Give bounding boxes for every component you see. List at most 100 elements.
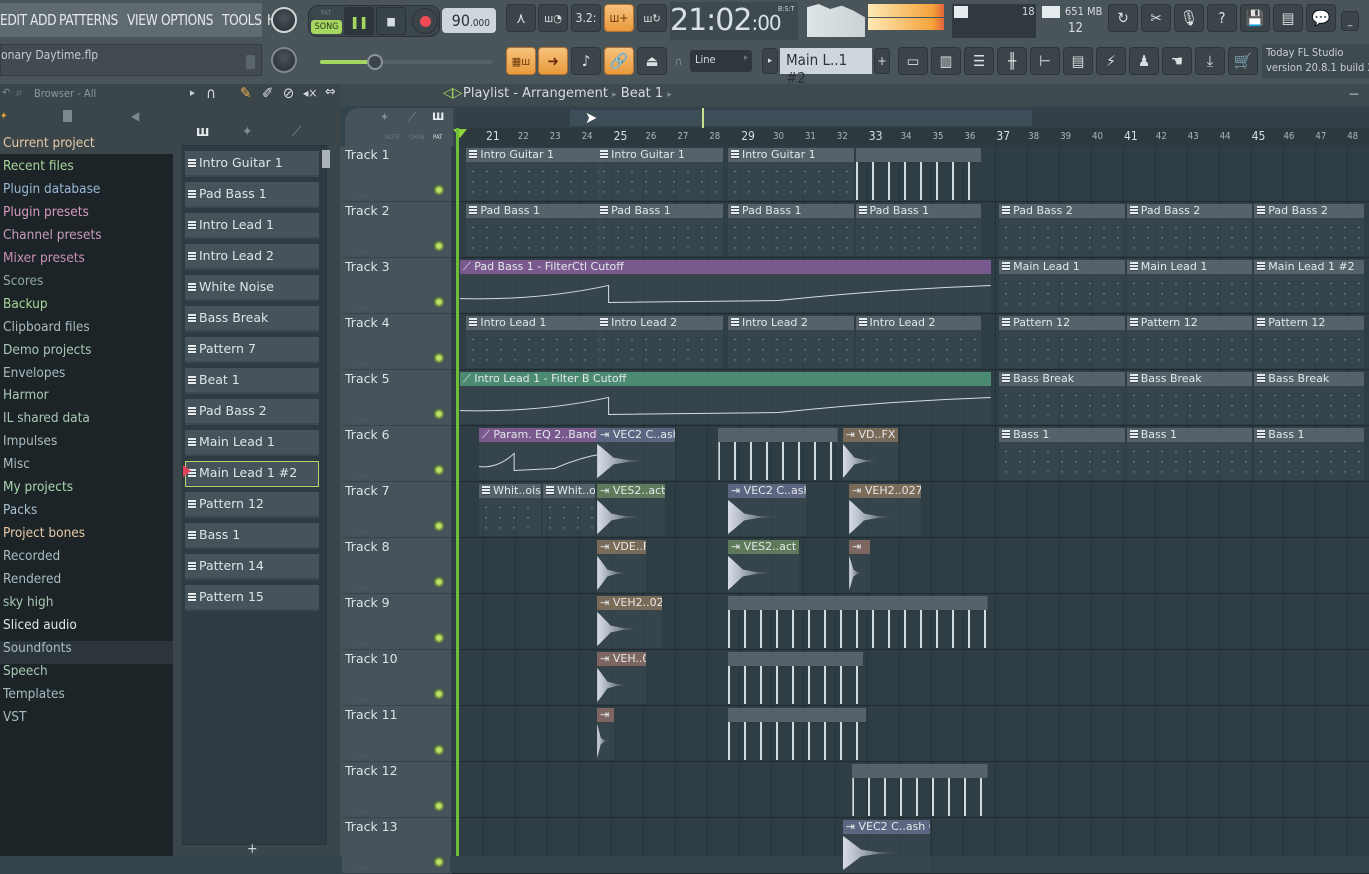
pattern-clip[interactable]: Intro Lead 2 [597,316,723,368]
track-grip[interactable]: ... [358,358,365,367]
bar-number[interactable]: 35 [933,131,944,142]
browser-button[interactable]: ⊢ [1030,47,1060,75]
track-grip[interactable]: ... [358,302,365,311]
bar-number[interactable]: 48 [1347,131,1358,142]
menu-view[interactable]: VIEW [127,11,158,29]
browser-item[interactable]: Harmor [3,387,49,403]
note-filter-icon[interactable]: ✦ [380,110,389,124]
audio-clip[interactable]: ⇥ VEH..09 [597,652,647,704]
pattern-item[interactable]: Bass 1 [185,523,319,549]
browser-item[interactable]: Scores [3,273,43,289]
track-mute-led[interactable] [434,185,444,195]
multilink-button[interactable]: 🔗 [604,47,634,75]
waveform-icon[interactable]: ✦ [0,111,8,122]
tempo-field[interactable]: 90.000 [442,8,496,33]
piano-icon[interactable]: ш [196,124,209,140]
bar-number[interactable]: 28 [709,131,720,142]
channel-rack-button[interactable]: ☰ [964,47,994,75]
speaker-icon[interactable]: ◀ [131,109,139,123]
track-mute-led[interactable] [434,409,444,419]
slip-tool-icon[interactable]: ⇔ [325,84,336,100]
shop-button[interactable]: 🛒 [1228,47,1258,75]
brush-icon[interactable]: ✐ [262,84,273,102]
menu-tools[interactable]: TOOLS [222,11,262,29]
playlist-minimize-icon[interactable]: — [1349,87,1359,100]
pattern-clip[interactable]: Pattern 12 [1254,316,1364,368]
timeline-ruler[interactable] [456,128,1369,146]
picker-scrollbar[interactable] [322,150,330,168]
pattern-clip[interactable]: Intro Guitar 1 [727,148,854,200]
pattern-clip[interactable]: Intro Guitar 1 [597,148,723,200]
browser-title[interactable]: Browser - All [34,87,96,100]
pattern-clip[interactable]: Intro Lead 2 [855,316,982,368]
pattern-item[interactable]: Main Lead 1 #2 [185,461,319,487]
browser-item[interactable]: Project bones [3,525,85,541]
add-pattern-button[interactable]: + [874,48,890,74]
track-lane[interactable] [452,650,1369,706]
track-grip[interactable]: ... [358,190,365,199]
pattern-item[interactable]: Beat 1 [185,368,319,394]
pat-filter-icon[interactable]: ш [432,109,444,124]
pattern-clip[interactable]: Pad Bass 1 [597,204,723,256]
chan-filter-icon[interactable]: ⟋ [408,110,416,125]
track-mute-led[interactable] [434,297,444,307]
track-grip[interactable]: ... [358,806,365,815]
magnet-icon[interactable]: ∩ [206,84,216,102]
audio-clip[interactable] [718,428,838,480]
track-mute-led[interactable] [434,577,444,587]
pattern-clip[interactable]: Pattern 12 [999,316,1125,368]
bar-number[interactable]: 40 [1092,131,1103,142]
pattern-clip[interactable]: Intro Lead 1 [466,316,602,368]
bar-number[interactable]: 37 [996,129,1010,143]
browser-item[interactable]: My projects [3,479,73,495]
track-header[interactable]: Track 10... [342,650,450,706]
note-record-button[interactable]: ♪ [571,47,601,75]
automation-clip[interactable]: ⟋ Intro Lead 1 - Filter B Cutoff [460,372,991,424]
track-header[interactable]: Track 7... [342,482,450,538]
bar-number[interactable]: 41 [1124,129,1138,143]
audio-clip[interactable]: ⇥ [849,540,870,592]
track-mute-led[interactable] [434,689,444,699]
pattern-item[interactable]: Pattern 14 [185,554,319,580]
project-files-button[interactable]: ▤ [1063,47,1093,75]
browser-item[interactable]: Misc [3,456,30,472]
track-mute-led[interactable] [434,633,444,643]
automation-filter-icon[interactable]: ⟋ [292,124,302,140]
bar-number[interactable]: 47 [1315,131,1326,142]
comments-button[interactable]: 💬 [1306,4,1336,32]
pause-button[interactable]: ❚❚ [344,7,374,35]
pattern-clip[interactable]: Whit..oise [479,484,541,536]
browser-item[interactable]: sky high [3,594,53,610]
playhead[interactable] [456,128,459,856]
track-grip[interactable]: ... [358,638,365,647]
bar-number[interactable]: 39 [1060,131,1071,142]
bar-number[interactable]: 23 [550,131,561,142]
master-volume-knob[interactable] [271,7,297,33]
browser-item[interactable]: Backup [3,296,48,312]
track-header[interactable]: Track 13... [342,818,450,874]
pattern-clip[interactable]: Intro Guitar 1 [466,148,602,200]
track-header[interactable]: Track 1... [342,146,450,202]
pattern-clip[interactable]: Pad Bass 1 [855,204,982,256]
pencil-icon[interactable]: ✎ [240,84,251,102]
edison-cut-button[interactable]: ✂ [1141,4,1171,32]
browser-back-icon[interactable]: ↶ [2,86,10,99]
bar-number[interactable]: 42 [1156,131,1167,142]
playlist-breadcrumb[interactable]: Beat 1 [621,86,663,101]
track-header[interactable]: Track 6... [342,426,450,482]
menu-patterns[interactable]: PATTERNS [59,11,118,29]
audio-clip-filter-icon[interactable]: ✦ [242,124,253,140]
wait-for-input-button[interactable]: ш◔ [538,4,568,32]
step-edit-button[interactable]: ➜ [538,47,568,75]
pattern-item[interactable]: White Noise [185,275,319,301]
pattern-item[interactable]: Main Lead 1 [185,430,319,456]
note-filter-label[interactable]: NOTE [385,134,400,141]
bar-number[interactable]: 31 [805,131,816,142]
browser-item[interactable]: Rendered [3,571,61,587]
master-volume-slider-handle[interactable] [367,54,383,70]
playlist-button[interactable]: ▭ [898,47,928,75]
browser-item[interactable]: Envelopes [3,365,65,381]
help-button[interactable]: ? [1207,4,1237,32]
browser-item[interactable]: Clipboard files [3,319,90,335]
pattern-clip[interactable]: Whit..oise [542,484,596,536]
